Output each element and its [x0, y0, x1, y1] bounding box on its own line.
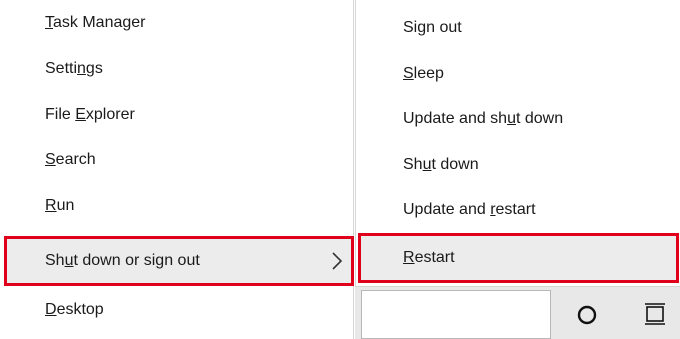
submenu-item-label: Sleep	[403, 65, 444, 82]
submenu-item-sleep[interactable]: Sleep	[356, 52, 679, 96]
taskbar-search-box[interactable]	[361, 290, 551, 339]
menu-item-label: Run	[45, 197, 75, 214]
menu-item-label: Desktop	[45, 301, 104, 318]
task-view-icon[interactable]	[643, 301, 667, 327]
menu-item-label: Search	[45, 151, 96, 168]
menu-item-file-explorer[interactable]: File Explorer	[0, 93, 354, 137]
submenu-item-label: Update and shut down	[403, 110, 564, 127]
menu-item-task-manager[interactable]: Task Manager	[0, 1, 354, 45]
submenu-item-label: Shut down	[403, 156, 479, 173]
power-user-menu-screen: Task Manager Settings File Explorer Sear…	[0, 0, 680, 339]
menu-item-label: Settings	[45, 60, 103, 77]
chevron-right-icon	[332, 252, 343, 270]
menu-item-label: File Explorer	[45, 106, 135, 123]
submenu-item-update-and-restart[interactable]: Update and restart	[356, 188, 679, 232]
menu-item-label: Shut down or sign out	[45, 252, 200, 269]
submenu-item-label: Restart	[403, 249, 455, 266]
menu-item-desktop[interactable]: Desktop	[0, 288, 354, 332]
submenu-item-restart[interactable]: Restart	[358, 233, 679, 283]
power-user-menu: Task Manager Settings File Explorer Sear…	[0, 0, 354, 339]
menu-item-search[interactable]: Search	[0, 138, 354, 182]
submenu-item-shut-down[interactable]: Shut down	[356, 143, 679, 187]
submenu-item-label: Sign out	[403, 19, 462, 36]
submenu-item-sign-out[interactable]: Sign out	[356, 6, 679, 50]
cortana-circle-icon[interactable]	[577, 305, 597, 325]
menu-item-label: Task Manager	[45, 14, 146, 31]
menu-item-run[interactable]: Run	[0, 184, 354, 228]
submenu-item-update-and-shut-down[interactable]: Update and shut down	[356, 97, 679, 141]
submenu-item-label: Update and restart	[403, 201, 536, 218]
menu-item-settings[interactable]: Settings	[0, 47, 354, 91]
menu-item-shut-down-or-sign-out[interactable]: Shut down or sign out	[4, 236, 354, 286]
shut-down-submenu: Sign out Sleep Update and shut down Shut…	[355, 0, 680, 287]
taskbar	[355, 287, 680, 339]
